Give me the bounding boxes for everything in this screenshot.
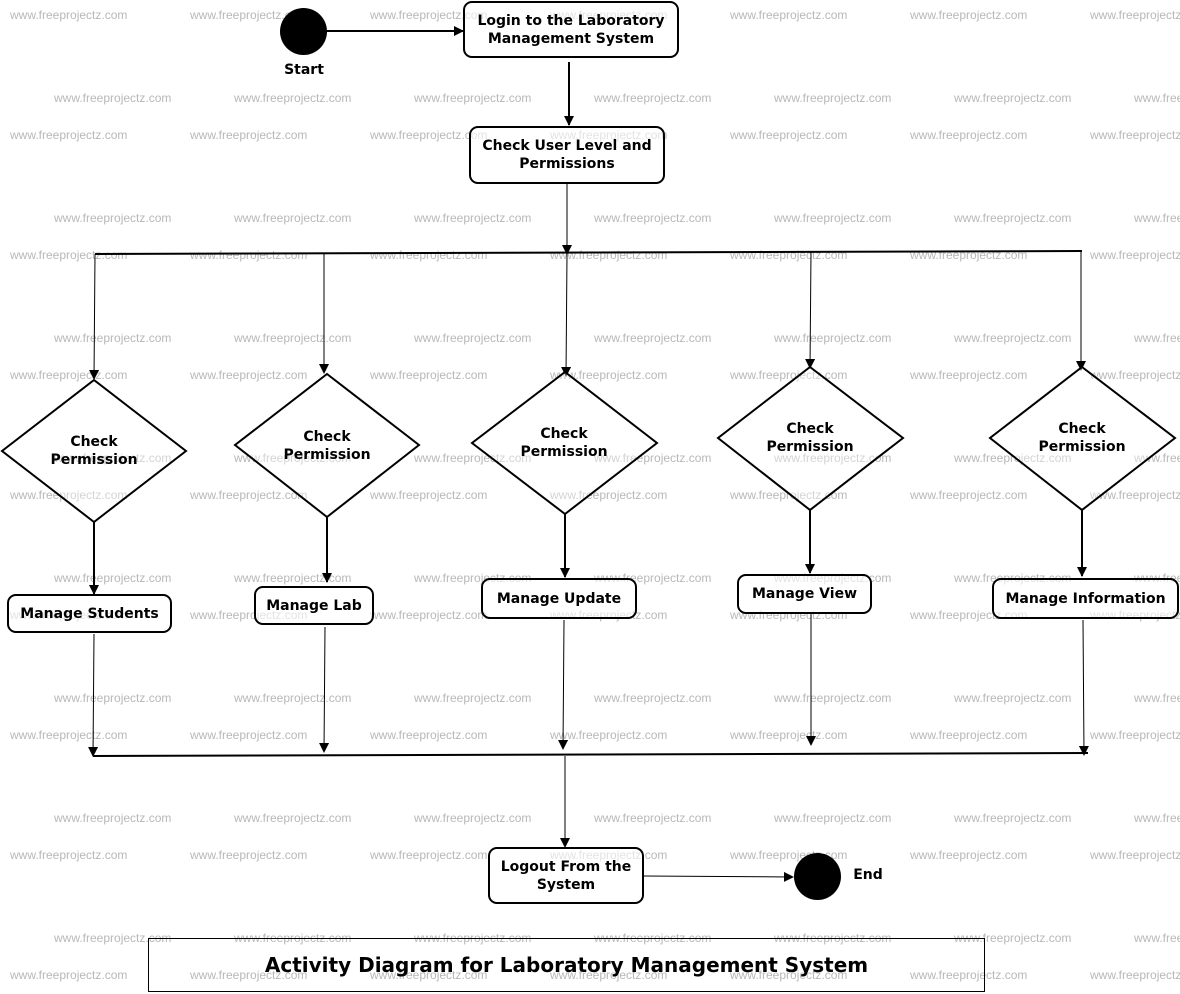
decision-label-3: Check Permission bbox=[520, 426, 608, 460]
end-node bbox=[794, 853, 841, 900]
decision-label-4: Check Permission bbox=[766, 421, 854, 455]
edge-action-join-3 bbox=[558, 619, 569, 750]
action-logout: Logout From the System bbox=[488, 847, 644, 904]
action-login: Login to the Laboratory Management Syste… bbox=[463, 1, 679, 58]
edge-logout-end bbox=[642, 871, 794, 882]
action-manage-update: Manage Update bbox=[481, 578, 637, 619]
edge-fork-decision-3 bbox=[561, 253, 572, 377]
decision-label-5: Check Permission bbox=[1038, 421, 1126, 455]
edge-action-join-5 bbox=[1078, 619, 1089, 756]
action-check-user-level: Check User Level and Permissions bbox=[469, 126, 665, 184]
diagram-canvas: www.freeprojectz.com www.freeprojectz.com… bbox=[0, 0, 1180, 994]
action-manage-lab: Manage Lab bbox=[254, 586, 374, 625]
join-bar bbox=[92, 752, 1089, 757]
action-manage-view: Manage View bbox=[737, 574, 872, 614]
decision-label-1: Check Permission bbox=[50, 434, 138, 468]
fork-bar bbox=[94, 250, 1083, 255]
decision-label-2: Check Permission bbox=[283, 429, 371, 463]
action-manage-information: Manage Information bbox=[992, 578, 1179, 619]
start-label: Start bbox=[284, 62, 324, 78]
edge-fork-decision-4 bbox=[805, 251, 816, 369]
start-node bbox=[280, 8, 327, 55]
diagram-title: Activity Diagram for Laboratory Manageme… bbox=[148, 938, 985, 992]
action-manage-students: Manage Students bbox=[7, 594, 172, 633]
edge-fork-decision-1 bbox=[89, 253, 100, 380]
end-label: End bbox=[853, 867, 883, 883]
edge-action-join-1 bbox=[88, 633, 99, 757]
edge-action-join-2 bbox=[319, 626, 330, 753]
